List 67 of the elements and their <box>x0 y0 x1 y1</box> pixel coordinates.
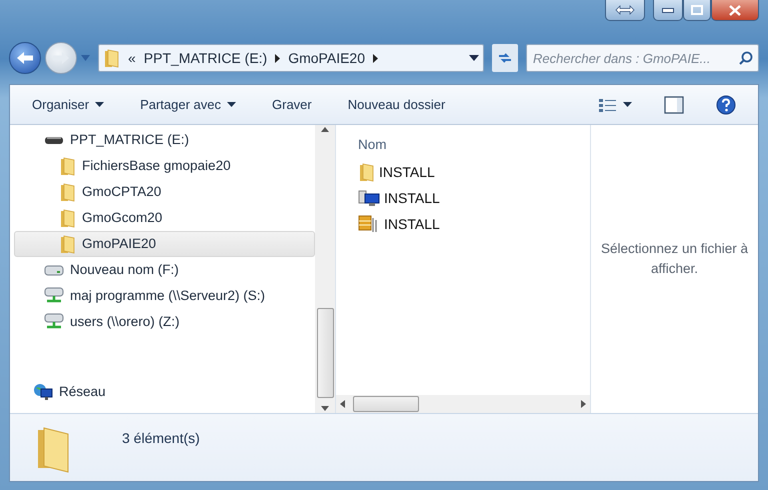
network-drive-icon <box>44 287 64 305</box>
folder-icon <box>103 48 120 68</box>
caret-icon <box>623 102 632 107</box>
folder-icon <box>59 234 76 254</box>
tree-item[interactable]: maj programme (\\Serveur2) (S:) <box>14 283 315 309</box>
drive-icon <box>44 263 64 277</box>
scroll-thumb[interactable] <box>316 308 334 398</box>
maximize-icon <box>691 5 703 15</box>
folder-icon <box>59 182 76 202</box>
tree-item[interactable]: Nouveau nom (F:) <box>14 257 315 283</box>
computer-icon <box>358 189 380 207</box>
folder-icon <box>358 162 375 182</box>
folder-icon <box>59 156 76 176</box>
tree-item[interactable]: Réseau <box>14 379 315 405</box>
package-icon <box>358 214 380 234</box>
minimize-icon <box>662 8 674 12</box>
close-button[interactable] <box>711 0 759 21</box>
toolbar-button[interactable]: Partager avec <box>132 90 244 118</box>
tree-item[interactable]: GmoPAIE20 <box>14 231 315 257</box>
snap-button[interactable] <box>605 0 645 21</box>
arrow-icon[interactable] <box>275 54 280 62</box>
preview-message: Sélectionnez un fichier à afficher. <box>600 240 750 278</box>
preview-pane-icon <box>664 96 684 114</box>
help-icon <box>716 94 736 114</box>
caret-icon <box>227 102 236 107</box>
toolbar-button[interactable]: Organiser <box>24 90 112 118</box>
horizontal-scrollbar[interactable] <box>336 395 590 413</box>
tree-item[interactable]: GmoCPTA20 <box>14 179 315 205</box>
breadcrumb-link[interactable]: PPT_MATRICE (E:) <box>144 48 268 68</box>
folder-icon <box>59 208 76 228</box>
network-icon <box>33 383 53 401</box>
dropdown-caret-icon[interactable] <box>469 55 479 61</box>
tree-item[interactable]: FichiersBase gmopaie20 <box>14 153 315 179</box>
maximize-button[interactable] <box>683 0 711 21</box>
column-header[interactable]: Nom <box>358 131 590 159</box>
view-list-icon <box>599 98 617 112</box>
scroll-right-icon[interactable] <box>581 400 586 408</box>
item-count: 3 élément(s) <box>122 429 200 448</box>
tree-item[interactable]: GmoGcom20 <box>14 205 315 231</box>
scroll-thumb[interactable] <box>353 396 419 412</box>
scroll-up-icon[interactable] <box>321 127 329 132</box>
double-arrow-icon <box>615 5 635 15</box>
caret-icon <box>95 102 104 107</box>
file-item[interactable]: INSTALL <box>358 211 590 237</box>
refresh-icon <box>497 50 513 65</box>
vertical-scrollbar[interactable] <box>315 125 335 413</box>
tree-item[interactable]: PPT_MATRICE (E:) <box>14 127 315 153</box>
forward-arrow-icon <box>52 51 70 65</box>
breadcrumb-link[interactable]: GmoPAIE20 <box>288 48 365 68</box>
address-bar[interactable]: « PPT_MATRICE (E:) GmoPAIE20 <box>98 44 484 72</box>
minimize-button[interactable] <box>653 0 683 21</box>
arrow-icon[interactable] <box>373 54 378 62</box>
close-icon <box>729 4 741 16</box>
network-drive-icon <box>44 313 64 331</box>
back-arrow-icon <box>16 51 34 65</box>
back-button[interactable] <box>9 42 41 74</box>
refresh-button[interactable] <box>492 44 518 72</box>
file-item[interactable]: INSTALL <box>358 185 590 211</box>
file-item[interactable]: INSTALL <box>358 159 590 185</box>
search-icon <box>739 51 753 65</box>
search-field[interactable]: Rechercher dans : GmoPAIE... <box>526 44 759 72</box>
scroll-left-icon[interactable] <box>340 400 345 408</box>
tree-item[interactable]: users (\\orero) (Z:) <box>14 309 315 335</box>
toolbar-button[interactable]: Graver <box>264 90 320 118</box>
toolbar-button[interactable]: Nouveau dossier <box>340 90 454 118</box>
scroll-down-icon[interactable] <box>321 406 329 411</box>
overflow-chevron[interactable]: « <box>128 48 136 68</box>
